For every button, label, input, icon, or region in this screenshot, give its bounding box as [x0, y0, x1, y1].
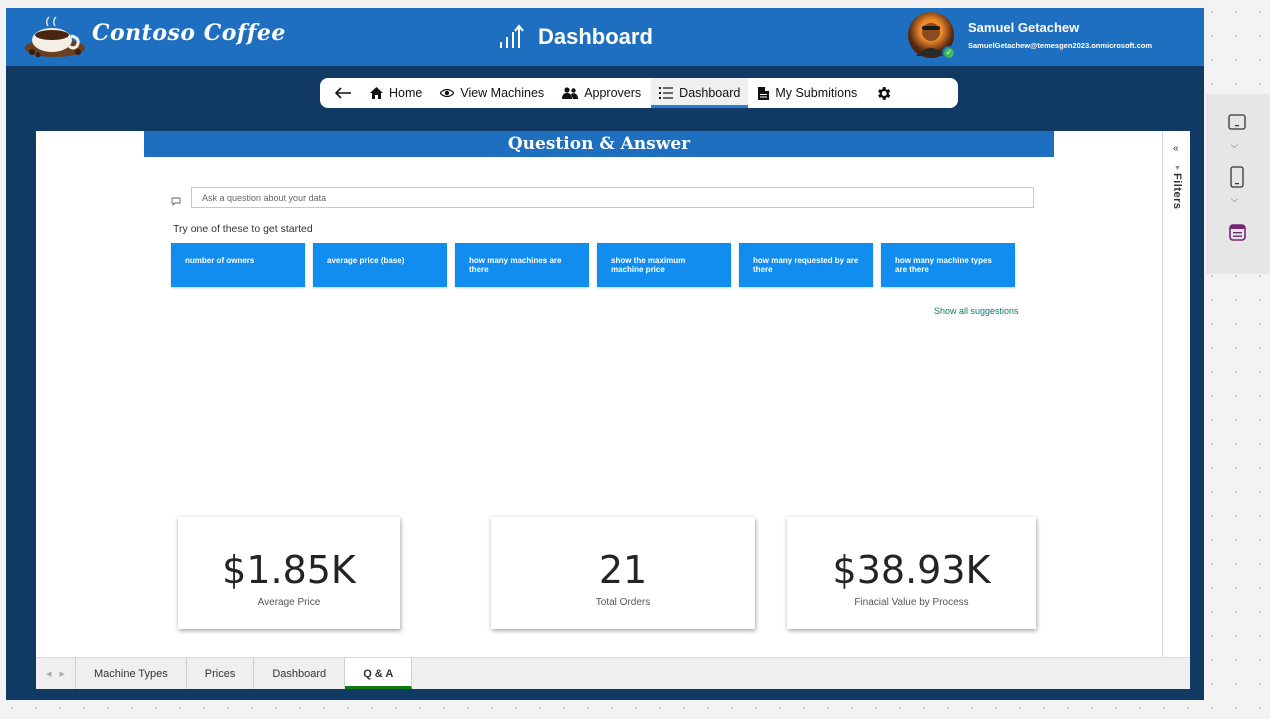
document-icon — [758, 86, 770, 100]
report-canvas: Question & Answer Try one of these to ge… — [36, 131, 1190, 657]
try-hint: Try one of these to get started — [173, 223, 313, 235]
nav-item-label: My Submitions — [775, 86, 858, 100]
suggestion-button[interactable]: show the maximum machine price — [597, 243, 731, 287]
nav-item-my-submitions[interactable]: My Submitions — [750, 78, 865, 108]
speech-bubble-icon — [171, 197, 181, 206]
nav-item-approvers[interactable]: Approvers — [554, 78, 649, 108]
funnel-icon: ▼ — [1174, 165, 1181, 172]
kpi-label: Average Price — [257, 597, 321, 608]
kpi-card-average-price: $1.85K Average Price — [178, 517, 400, 629]
nav-item-label: View Machines — [460, 86, 545, 100]
double-chevron-left-icon[interactable]: « — [1173, 143, 1179, 154]
suggestion-button[interactable]: how many machines are there — [455, 243, 589, 287]
arrow-left-icon — [334, 87, 351, 99]
app-header: Contoso Coffee Dashboard ✓ Samuel Getach… — [6, 8, 1204, 66]
screen-size-toolbar: ⌵ ⌵ — [1206, 94, 1270, 274]
tab-dashboard[interactable]: Dashboard — [254, 658, 346, 689]
nav-item-home[interactable]: Home — [362, 78, 430, 108]
chevron-down-icon[interactable]: ⌵ — [1231, 194, 1238, 205]
qa-title: Question & Answer — [144, 131, 1054, 157]
app-frame: Contoso Coffee Dashboard ✓ Samuel Getach… — [6, 8, 1204, 700]
nav-item-label: Home — [389, 86, 423, 100]
home-icon — [370, 87, 383, 99]
nav-item-dashboard[interactable]: Dashboard — [651, 78, 749, 108]
user-email: SamuelGetachew@temesgen2023.onmicrosoft.… — [968, 41, 1153, 50]
suggestion-button[interactable]: average price (base) — [313, 243, 447, 287]
eye-icon — [440, 88, 455, 98]
suggestion-button[interactable]: how many requested by are there — [739, 243, 873, 287]
coffee-cup-logo — [25, 16, 85, 58]
tablet-landscape-icon[interactable] — [1228, 114, 1246, 130]
filters-pane[interactable]: « ▼ Filters — [1162, 131, 1190, 657]
caret-right-icon[interactable]: ▶ — [60, 670, 65, 678]
avatar[interactable]: ✓ — [908, 12, 956, 60]
back-button[interactable] — [326, 78, 360, 108]
users-icon — [562, 87, 579, 99]
tab-scroll-controls: ◀ ▶ — [36, 658, 76, 689]
brand-name: Contoso Coffee — [92, 20, 286, 46]
phone-portrait-icon[interactable] — [1230, 166, 1244, 188]
kpi-value: $1.85K — [222, 548, 356, 592]
suggestion-button[interactable]: number of owners — [171, 243, 305, 287]
presence-available-icon: ✓ — [942, 46, 956, 60]
show-all-suggestions-link[interactable]: Show all suggestions — [934, 306, 1019, 316]
page-title: Dashboard — [538, 24, 653, 49]
bar-chart-icon — [500, 24, 524, 48]
qa-question-input[interactable] — [191, 187, 1034, 208]
kpi-card-financial-value: $38.93K Finacial Value by Process — [787, 517, 1036, 629]
settings-button[interactable] — [867, 78, 900, 108]
suggestion-button[interactable]: how many machine types are there — [881, 243, 1015, 287]
nav-bar: Home View Machines Approvers Dashboard M… — [320, 78, 958, 108]
kpi-value: $38.93K — [832, 548, 991, 592]
kpi-label: Total Orders — [595, 597, 651, 608]
chevron-down-icon[interactable]: ⌵ — [1231, 140, 1238, 151]
nav-item-label: Dashboard — [679, 86, 741, 100]
nav-item-label: Approvers — [584, 86, 642, 100]
tab-prices[interactable]: Prices — [187, 658, 255, 689]
kpi-card-total-orders: 21 Total Orders — [491, 517, 755, 629]
tab-machine-types[interactable]: Machine Types — [76, 658, 187, 689]
list-icon — [659, 87, 674, 99]
user-name: Samuel Getachew — [968, 20, 1080, 35]
filters-label: Filters — [1171, 173, 1183, 210]
kpi-value: 21 — [598, 548, 648, 592]
caret-left-icon[interactable]: ◀ — [46, 670, 51, 678]
kpi-label: Finacial Value by Process — [854, 597, 969, 608]
suggestion-list: number of owners average price (base) ho… — [171, 243, 1015, 287]
form-layout-icon[interactable] — [1229, 224, 1246, 241]
gear-icon — [878, 86, 891, 100]
page-tab-bar: ◀ ▶ Machine Types Prices Dashboard Q & A — [36, 657, 1190, 689]
page-heading: Dashboard — [496, 20, 653, 54]
tab-q-and-a[interactable]: Q & A — [345, 658, 413, 689]
nav-item-view-machines[interactable]: View Machines — [432, 78, 552, 108]
